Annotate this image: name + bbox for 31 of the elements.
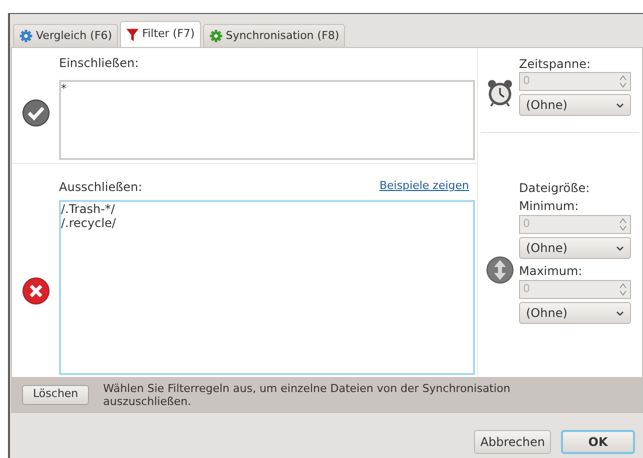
dialog-button[interactable]: OK xyxy=(561,430,635,454)
hint-text: Wählen Sie Filterregeln aus, um einzelne Dateien von der Synchronisation auszuschließen. xyxy=(103,382,512,408)
filesize-label: Dateigröße: xyxy=(519,180,591,197)
timespan-label: Zeitspanne: xyxy=(519,56,592,72)
chevron-down-icon xyxy=(616,102,624,108)
exclude-field[interactable]: /.Trash-*/ /.recycle/ xyxy=(59,200,475,375)
gear-icon xyxy=(19,29,33,43)
spin-arrows-icon xyxy=(619,75,627,88)
chevron-down-icon xyxy=(616,310,624,316)
close-icon xyxy=(22,276,50,304)
dropdown[interactable]: (Ohne) xyxy=(519,94,631,116)
chevron-down-icon xyxy=(616,246,624,250)
funnel-icon xyxy=(126,28,140,42)
gear-icon xyxy=(208,29,223,43)
show-examples-link[interactable]: Beispiele zeigen xyxy=(379,178,469,196)
spin-arrows-icon xyxy=(619,283,627,296)
maximum-label: Maximum: xyxy=(519,263,584,280)
clear-button[interactable]: Löschen xyxy=(22,384,90,404)
dropdown[interactable]: (Ohne) xyxy=(519,302,631,324)
spin-arrows-icon xyxy=(619,218,627,231)
alarm-clock-icon xyxy=(487,79,513,107)
tab[interactable]: Filter (F7) xyxy=(120,21,201,47)
include-label: Einschließen: xyxy=(59,55,140,72)
tab[interactable]: Vergleich (F6) xyxy=(13,24,118,47)
tab[interactable]: Synchronisation (F8) xyxy=(202,24,346,47)
minimum-label: Minimum: xyxy=(519,198,580,215)
dialog-button[interactable]: Abbrechen xyxy=(474,430,551,454)
checkmark-icon xyxy=(22,98,50,126)
dropdown[interactable]: (Ohne) xyxy=(519,237,631,259)
include-field[interactable]: * xyxy=(59,80,475,160)
exclude-label: Ausschließen: xyxy=(59,179,142,196)
